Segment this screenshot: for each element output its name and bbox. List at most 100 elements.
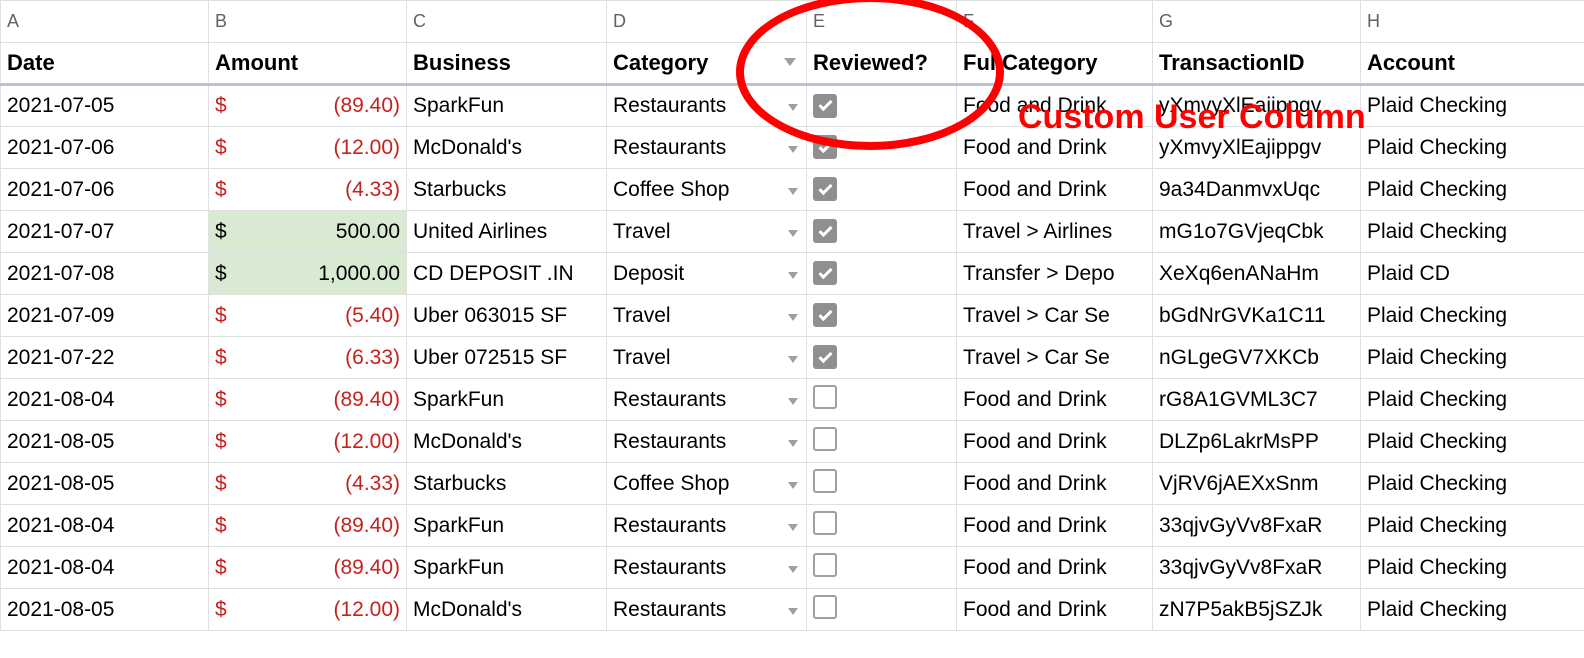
header-date[interactable]: Date [1,43,209,85]
cell-account[interactable]: Plaid Checking [1361,505,1584,547]
cell-full-category[interactable]: Food and Drink [957,379,1153,421]
cell-business[interactable]: Uber 072515 SF [407,337,607,379]
cell-transaction-id[interactable]: XeXq6enANaHm [1153,253,1361,295]
cell-transaction-id[interactable]: rG8A1GVML3C7 [1153,379,1361,421]
cell-date[interactable]: 2021-08-05 [1,421,209,463]
cell-date[interactable]: 2021-07-08 [1,253,209,295]
cell-category[interactable]: Travel [607,211,807,253]
cell-account[interactable]: Plaid CD [1361,253,1584,295]
cell-account[interactable]: Plaid Checking [1361,379,1584,421]
cell-full-category[interactable]: Food and Drink [957,169,1153,211]
dropdown-icon[interactable] [788,356,798,363]
reviewed-checkbox[interactable] [813,94,837,118]
cell-account[interactable]: Plaid Checking [1361,337,1584,379]
cell-business[interactable]: Starbucks [407,169,607,211]
cell-amount[interactable]: $(4.33) [209,463,407,505]
reviewed-checkbox[interactable] [813,345,837,369]
reviewed-checkbox[interactable] [813,385,837,409]
col-letter-e[interactable]: E [807,1,957,43]
dropdown-icon[interactable] [788,188,798,195]
cell-business[interactable]: SparkFun [407,505,607,547]
cell-category[interactable]: Coffee Shop [607,169,807,211]
cell-date[interactable]: 2021-08-05 [1,463,209,505]
dropdown-icon[interactable] [788,440,798,447]
cell-transaction-id[interactable]: DLZp6LakrMsPP [1153,421,1361,463]
cell-transaction-id[interactable]: zN7P5akB5jSZJk [1153,589,1361,631]
cell-account[interactable]: Plaid Checking [1361,589,1584,631]
cell-reviewed[interactable] [807,379,957,421]
cell-full-category[interactable]: Travel > Car Se [957,337,1153,379]
cell-transaction-id[interactable]: mG1o7GVjeqCbk [1153,211,1361,253]
cell-reviewed[interactable] [807,169,957,211]
cell-account[interactable]: Plaid Checking [1361,421,1584,463]
cell-reviewed[interactable] [807,505,957,547]
reviewed-checkbox[interactable] [813,469,837,493]
reviewed-checkbox[interactable] [813,261,837,285]
cell-full-category[interactable]: Food and Drink [957,505,1153,547]
cell-reviewed[interactable] [807,337,957,379]
cell-category[interactable]: Restaurants [607,379,807,421]
reviewed-checkbox[interactable] [813,511,837,535]
reviewed-checkbox[interactable] [813,177,837,201]
cell-business[interactable]: CD DEPOSIT .IN [407,253,607,295]
header-account[interactable]: Account [1361,43,1584,85]
dropdown-icon[interactable] [788,566,798,573]
dropdown-icon[interactable] [788,230,798,237]
cell-transaction-id[interactable]: yXmvyXlEajippgv [1153,127,1361,169]
cell-amount[interactable]: $(89.40) [209,505,407,547]
reviewed-checkbox[interactable] [813,219,837,243]
cell-category[interactable]: Restaurants [607,127,807,169]
cell-amount[interactable]: $(12.00) [209,421,407,463]
col-letter-a[interactable]: A [1,1,209,43]
cell-category[interactable]: Deposit [607,253,807,295]
cell-amount[interactable]: $(89.40) [209,85,407,127]
cell-account[interactable]: Plaid Checking [1361,169,1584,211]
cell-date[interactable]: 2021-07-06 [1,127,209,169]
col-letter-g[interactable]: G [1153,1,1361,43]
header-category[interactable]: Category [607,43,807,85]
cell-reviewed[interactable] [807,85,957,127]
cell-account[interactable]: Plaid Checking [1361,127,1584,169]
cell-reviewed[interactable] [807,463,957,505]
cell-category[interactable]: Restaurants [607,85,807,127]
cell-business[interactable]: SparkFun [407,85,607,127]
cell-category[interactable]: Restaurants [607,505,807,547]
cell-reviewed[interactable] [807,421,957,463]
cell-business[interactable]: United Airlines [407,211,607,253]
reviewed-checkbox[interactable] [813,595,837,619]
cell-date[interactable]: 2021-08-04 [1,547,209,589]
cell-reviewed[interactable] [807,211,957,253]
header-reviewed[interactable]: Reviewed? [807,43,957,85]
col-letter-h[interactable]: H [1361,1,1584,43]
cell-transaction-id[interactable]: 33qjvGyVv8FxaR [1153,505,1361,547]
cell-full-category[interactable]: Food and Drink [957,421,1153,463]
cell-date[interactable]: 2021-07-05 [1,85,209,127]
dropdown-icon[interactable] [788,608,798,615]
cell-full-category[interactable]: Travel > Car Se [957,295,1153,337]
cell-date[interactable]: 2021-07-07 [1,211,209,253]
cell-date[interactable]: 2021-07-09 [1,295,209,337]
cell-full-category[interactable]: Food and Drink [957,589,1153,631]
cell-transaction-id[interactable]: VjRV6jAEXxSnm [1153,463,1361,505]
cell-category[interactable]: Travel [607,337,807,379]
col-letter-b[interactable]: B [209,1,407,43]
cell-transaction-id[interactable]: 33qjvGyVv8FxaR [1153,547,1361,589]
cell-amount[interactable]: $1,000.00 [209,253,407,295]
cell-transaction-id[interactable]: bGdNrGVKa1C11 [1153,295,1361,337]
dropdown-icon[interactable] [788,314,798,321]
cell-category[interactable]: Restaurants [607,589,807,631]
cell-reviewed[interactable] [807,295,957,337]
cell-full-category[interactable]: Travel > Airlines [957,211,1153,253]
header-business[interactable]: Business [407,43,607,85]
cell-amount[interactable]: $(4.33) [209,169,407,211]
cell-category[interactable]: Travel [607,295,807,337]
cell-account[interactable]: Plaid Checking [1361,85,1584,127]
reviewed-checkbox[interactable] [813,303,837,327]
reviewed-checkbox[interactable] [813,553,837,577]
cell-reviewed[interactable] [807,589,957,631]
cell-reviewed[interactable] [807,253,957,295]
cell-full-category[interactable]: Food and Drink [957,547,1153,589]
cell-amount[interactable]: $(6.33) [209,337,407,379]
cell-amount[interactable]: $(12.00) [209,589,407,631]
reviewed-checkbox[interactable] [813,427,837,451]
